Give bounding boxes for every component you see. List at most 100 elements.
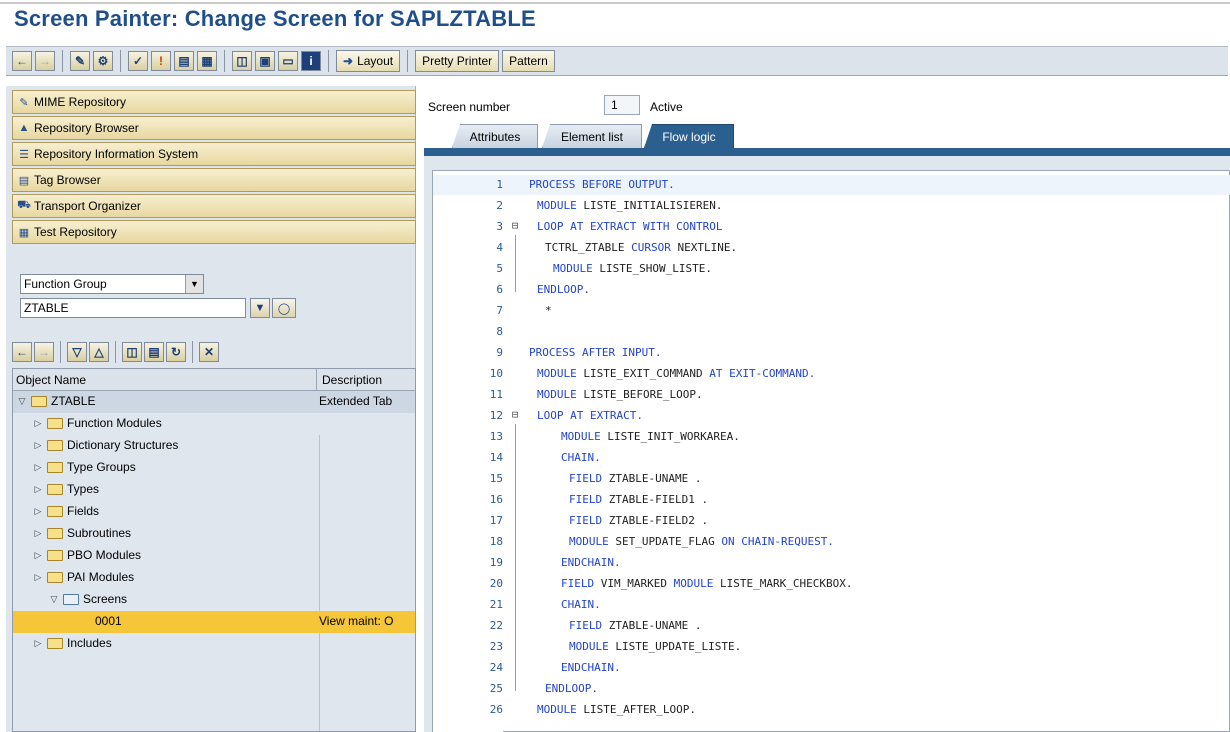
- tree-node-dictionary-structures[interactable]: ▷ Dictionary Structures: [13, 435, 415, 457]
- code-text: PROCESS BEFORE OUTPUT.: [529, 178, 675, 191]
- forward-arrow-icon[interactable]: →: [35, 51, 55, 71]
- nav-tag-browser[interactable]: ▤ Tag Browser: [12, 168, 416, 192]
- code-line[interactable]: 18 MODULE SET_UPDATE_FLAG ON CHAIN-REQUES…: [433, 532, 1230, 552]
- hierarchy-icon[interactable]: ▦: [197, 51, 217, 71]
- other-object-icon[interactable]: ⚙: [93, 51, 113, 71]
- layout-button[interactable]: ➜ Layout: [336, 50, 401, 72]
- code-line[interactable]: 24 ENDCHAIN.: [433, 658, 1230, 678]
- object-name-dropdown-icon[interactable]: ▼: [250, 298, 270, 318]
- graphic-icon[interactable]: ▣: [255, 51, 275, 71]
- code-line[interactable]: 5 MODULE LISTE_SHOW_LISTE.: [433, 259, 1230, 279]
- expand-triangle-icon[interactable]: ▷: [33, 638, 43, 649]
- code-line[interactable]: 1 PROCESS BEFORE OUTPUT.: [433, 175, 1230, 195]
- code-line[interactable]: 23 MODULE LISTE_UPDATE_LISTE.: [433, 637, 1230, 657]
- expand-triangle-icon[interactable]: ▷: [33, 550, 43, 561]
- nav-test-repository[interactable]: ▦ Test Repository: [12, 220, 416, 244]
- column-object-name[interactable]: Object Name: [13, 369, 317, 391]
- code-line[interactable]: 15 FIELD ZTABLE-UNAME .: [433, 469, 1230, 489]
- code-line[interactable]: 17 FIELD ZTABLE-FIELD2 .: [433, 511, 1230, 531]
- code-line[interactable]: 2 MODULE LISTE_INITIALISIEREN.: [433, 196, 1230, 216]
- expand-triangle-icon[interactable]: ▷: [33, 572, 43, 583]
- hierarchy-icon[interactable]: ◫: [122, 342, 142, 362]
- tree-node-includes[interactable]: ▷ Includes: [13, 633, 415, 655]
- tree-node-screens[interactable]: ▽ Screens: [13, 589, 415, 611]
- nav-transport-organizer[interactable]: ⛟ Transport Organizer: [12, 194, 416, 218]
- code-line[interactable]: 12 ⊟ LOOP AT EXTRACT.: [433, 406, 1230, 426]
- code-line[interactable]: 11 MODULE LISTE_BEFORE_LOOP.: [433, 385, 1230, 405]
- close-icon[interactable]: ✕: [199, 342, 219, 362]
- code-text: LOOP AT EXTRACT WITH CONTROL: [537, 220, 723, 233]
- tab-attributes[interactable]: Attributes: [452, 124, 538, 148]
- code-line[interactable]: 13 MODULE LISTE_INIT_WORKAREA.: [433, 427, 1230, 447]
- tab-flow-logic[interactable]: Flow logic: [644, 124, 734, 148]
- tree-node-pai-modules[interactable]: ▷ PAI Modules: [13, 567, 415, 589]
- tab-element-list[interactable]: Element list: [542, 124, 642, 148]
- code-line[interactable]: 4 TCTRL_ZTABLE CURSOR NEXTLINE.: [433, 238, 1230, 258]
- tree-root-row[interactable]: ▽ ZTABLE Extended Tab: [13, 391, 415, 413]
- nav-mime-repository[interactable]: ✎ MIME Repository: [12, 90, 416, 114]
- pretty-printer-button[interactable]: Pretty Printer: [415, 50, 500, 72]
- collapse-triangle-icon[interactable]: ▽: [49, 594, 59, 605]
- collapse-icon[interactable]: △: [89, 342, 109, 362]
- activate-icon[interactable]: !: [151, 51, 171, 71]
- repository-icon: ▲: [18, 122, 30, 134]
- tree-back-icon[interactable]: ←: [12, 342, 32, 362]
- pattern-button[interactable]: Pattern: [502, 50, 555, 72]
- expand-triangle-icon[interactable]: ▷: [33, 462, 43, 473]
- fold-toggle-icon[interactable]: ⊟: [509, 219, 521, 232]
- folder-icon: [47, 483, 63, 495]
- code-line[interactable]: 22 FIELD ZTABLE-UNAME .: [433, 616, 1230, 636]
- tree-node-types[interactable]: ▷ Types: [13, 479, 415, 501]
- code-line[interactable]: 26 MODULE LISTE_AFTER_LOOP.: [433, 700, 1230, 720]
- column-description[interactable]: Description: [319, 369, 415, 391]
- code-line[interactable]: 21 CHAIN.: [433, 595, 1230, 615]
- collapse-triangle-icon[interactable]: ▽: [17, 396, 27, 407]
- expand-triangle-icon[interactable]: ▷: [33, 440, 43, 451]
- toolbar-separator: [120, 50, 121, 72]
- tree-node-subroutines[interactable]: ▷ Subroutines: [13, 523, 415, 545]
- code-line[interactable]: 10 MODULE LISTE_EXIT_COMMAND AT EXIT-COMM…: [433, 364, 1230, 384]
- code-line[interactable]: 19 ENDCHAIN.: [433, 553, 1230, 573]
- tree-node-screen-0001[interactable]: 0001 View maint: O: [13, 611, 415, 633]
- back-arrow-icon[interactable]: ←: [12, 51, 32, 71]
- display-icon[interactable]: ▤: [144, 342, 164, 362]
- screen-number-field[interactable]: 1: [604, 95, 640, 115]
- code-line[interactable]: 20 FIELD VIM_MARKED MODULE LISTE_MARK_CHE…: [433, 574, 1230, 594]
- tree-node-type-groups[interactable]: ▷ Type Groups: [13, 457, 415, 479]
- expand-triangle-icon[interactable]: ▷: [33, 506, 43, 517]
- code-text: *: [545, 304, 552, 317]
- code-line[interactable]: 16 FIELD ZTABLE-FIELD1 .: [433, 490, 1230, 510]
- expand-triangle-icon[interactable]: ▷: [33, 528, 43, 539]
- object-name-input[interactable]: ZTABLE: [20, 298, 246, 318]
- code-line[interactable]: 8: [433, 322, 1230, 342]
- where-used-icon[interactable]: ▤: [174, 51, 194, 71]
- flow-logic-editor[interactable]: 1 PROCESS BEFORE OUTPUT. 2 MODULE LISTE_INI…: [432, 170, 1230, 732]
- display-glasses-icon[interactable]: ◯: [272, 298, 296, 318]
- code-line[interactable]: 3 ⊟ LOOP AT EXTRACT WITH CONTROL: [433, 217, 1230, 237]
- tree-forward-icon[interactable]: →: [34, 342, 54, 362]
- tree-node-function-modules[interactable]: ▷ Function Modules: [13, 413, 415, 435]
- check-icon[interactable]: ✓: [128, 51, 148, 71]
- nav-repository-information-system[interactable]: ☰ Repository Information System: [12, 142, 416, 166]
- chevron-down-icon[interactable]: ▼: [185, 275, 203, 293]
- tree-node-pbo-modules[interactable]: ▷ PBO Modules: [13, 545, 415, 567]
- line-number: 7: [496, 304, 503, 317]
- refresh-icon[interactable]: ↻: [166, 342, 186, 362]
- info-icon[interactable]: i: [301, 51, 321, 71]
- code-line[interactable]: 7 *: [433, 301, 1230, 321]
- fold-toggle-icon[interactable]: ⊟: [509, 408, 521, 421]
- expand-icon[interactable]: ▽: [67, 342, 87, 362]
- frame-icon[interactable]: ▭: [278, 51, 298, 71]
- tree-node-fields[interactable]: ▷ Fields: [13, 501, 415, 523]
- expand-triangle-icon[interactable]: ▷: [33, 484, 43, 495]
- code-line[interactable]: 6 ENDLOOP.: [433, 280, 1230, 300]
- line-number: 1: [496, 178, 503, 191]
- object-type-select[interactable]: Function Group ▼: [20, 274, 204, 294]
- code-line[interactable]: 9 PROCESS AFTER INPUT.: [433, 343, 1230, 363]
- code-line[interactable]: 14 CHAIN.: [433, 448, 1230, 468]
- code-line[interactable]: 25 ENDLOOP.: [433, 679, 1230, 699]
- layout-icon[interactable]: ◫: [232, 51, 252, 71]
- display-change-icon[interactable]: ✎: [70, 51, 90, 71]
- nav-repository-browser[interactable]: ▲ Repository Browser: [12, 116, 416, 140]
- expand-triangle-icon[interactable]: ▷: [33, 418, 43, 429]
